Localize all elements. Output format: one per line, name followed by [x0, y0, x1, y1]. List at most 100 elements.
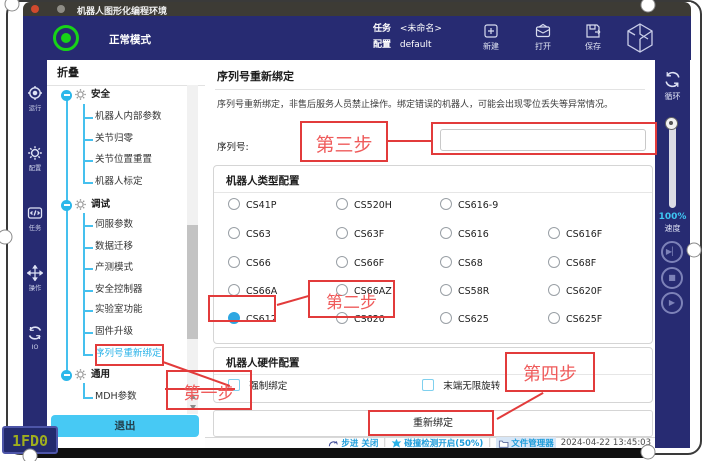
collapse-minus-icon[interactable] [61, 370, 72, 381]
selection-handle[interactable] [23, 449, 38, 461]
radio-option[interactable]: CS41P [228, 198, 276, 212]
radio-option[interactable]: CS66AZ [336, 284, 392, 298]
radio-option[interactable]: CS68 [440, 256, 483, 270]
nav-label: 任务 [24, 224, 46, 233]
robot-type-title: 机器人类型配置 [226, 173, 300, 188]
play-button[interactable]: ▶ [661, 292, 683, 314]
radio-option[interactable]: CS66F [336, 256, 384, 270]
scroll-down-icon[interactable] [190, 405, 196, 410]
radio-option[interactable]: CS63F [336, 227, 384, 241]
radio-option[interactable]: CS625 [440, 312, 489, 326]
radio-option[interactable]: CS616 [440, 227, 489, 241]
gear-icon [74, 368, 87, 388]
tree-item[interactable]: 机器人标定 [47, 173, 205, 191]
radio-icon [548, 256, 560, 268]
nav-label: 配置 [24, 164, 46, 173]
radio-option[interactable]: CS620 [336, 312, 385, 326]
page-title: 序列号重新绑定 [217, 68, 294, 84]
folder-icon [498, 438, 509, 449]
force-bind-checkbox[interactable]: 强制绑定 [228, 379, 287, 393]
serial-number-input[interactable] [440, 129, 646, 151]
app-window: 机器人图形化编程环境 正常模式 任务 <未命名> 配置 default 新建 [23, 2, 691, 448]
scrollbar-thumb[interactable] [187, 225, 198, 339]
radio-option[interactable]: CS68F [548, 256, 596, 270]
radio-option[interactable]: CS63 [228, 227, 271, 241]
radio-option[interactable]: CS58R [440, 284, 489, 298]
radio-option[interactable]: CS616F [548, 227, 602, 241]
tree-item[interactable]: 数据迁移 [47, 238, 205, 256]
stop-button[interactable]: ■ [661, 267, 683, 289]
io-cycle-icon [27, 325, 43, 341]
radio-icon [440, 198, 452, 210]
code-icon [27, 205, 43, 221]
tree-collapse-header[interactable]: 折叠 [47, 60, 205, 86]
nav-item-operate[interactable]: 操作 [23, 265, 47, 293]
exit-button[interactable]: 退出 [51, 415, 199, 437]
divider [215, 89, 645, 90]
minimize-button[interactable] [57, 5, 65, 13]
tree-item-selected[interactable]: 序列号重新绑定 [47, 345, 205, 363]
new-button[interactable]: 新建 [467, 22, 515, 52]
tree-item[interactable]: 关节位置重置 [47, 151, 205, 169]
titlebar: 机器人图形化编程环境 [23, 2, 691, 16]
radio-label: CS66A [246, 286, 277, 297]
radio-label: CS66AZ [354, 286, 392, 297]
nav-label: IO [24, 343, 46, 350]
tree-item[interactable]: 实验室功能 [47, 301, 205, 319]
collapse-minus-icon[interactable] [61, 200, 72, 211]
radio-label: CS58R [458, 286, 489, 297]
tree-item[interactable]: 产测模式 [47, 259, 205, 277]
tree-item[interactable]: 机器人内部参数 [47, 108, 205, 126]
brand-logo-icon [623, 21, 657, 58]
step-icon [328, 438, 339, 449]
tree-item[interactable]: MDH参数 [47, 388, 205, 406]
radio-option[interactable]: CS625F [548, 312, 602, 326]
robot-hw-card: 机器人硬件配置 强制绑定 末端无限旋转 [213, 347, 653, 403]
tree-item[interactable]: 安全控制器 [47, 281, 205, 299]
tree-item[interactable]: 固件升级 [47, 323, 205, 341]
radio-option[interactable]: CS616-9 [440, 198, 498, 212]
speed-slider-knob[interactable] [665, 117, 678, 130]
speed-slider-track[interactable] [669, 122, 676, 208]
mode-label: 正常模式 [109, 32, 151, 47]
nav-item-run[interactable]: 运行 [23, 85, 47, 113]
step-forward-button[interactable]: ▶▏ [661, 241, 683, 263]
speed-label: 速度 [655, 223, 690, 234]
task-label: 任务 [373, 21, 397, 37]
radio-icon [440, 256, 452, 268]
tree-group[interactable]: 调试 [47, 196, 205, 214]
close-button[interactable] [31, 5, 39, 13]
tree-group[interactable]: 安全 [47, 86, 205, 104]
radio-icon [336, 312, 348, 324]
radio-icon [228, 284, 240, 296]
radio-option[interactable]: CS520H [336, 198, 392, 212]
scroll-up-icon[interactable] [190, 394, 196, 399]
rebind-button[interactable]: 重新绑定 [213, 410, 653, 437]
checkbox-icon [422, 379, 434, 391]
radio-label: CS63F [354, 229, 384, 240]
nav-item-io[interactable]: IO [23, 325, 47, 351]
tree-group[interactable]: 通用 [47, 366, 205, 384]
tree-item[interactable]: 关节归零 [47, 130, 205, 148]
radio-label: CS520H [354, 200, 392, 211]
tree-item[interactable]: 伺服参数 [47, 216, 205, 234]
nav-item-config[interactable]: 配置 [23, 145, 47, 173]
nav-label: 操作 [24, 284, 46, 293]
selection-handle[interactable] [641, 445, 656, 460]
radio-option[interactable]: CS612 [228, 312, 277, 326]
selection-handle[interactable] [687, 243, 702, 258]
open-button[interactable]: 打开 [519, 22, 567, 52]
nav-item-task[interactable]: 任务 [23, 205, 47, 233]
radio-option[interactable]: CS66A [228, 284, 277, 298]
loop-icon[interactable] [663, 70, 682, 89]
tree-item-label: 固件升级 [95, 323, 133, 341]
endless-rotation-checkbox[interactable]: 末端无限旋转 [422, 379, 500, 393]
collapse-minus-icon[interactable] [61, 90, 72, 101]
save-button[interactable]: 保存 [569, 22, 617, 52]
radio-option[interactable]: CS66 [228, 256, 271, 270]
radio-option[interactable]: CS620F [548, 284, 602, 298]
radio-icon [548, 312, 560, 324]
radio-icon [228, 227, 240, 239]
radio-label: CS612 [246, 314, 277, 325]
radio-icon [336, 256, 348, 268]
